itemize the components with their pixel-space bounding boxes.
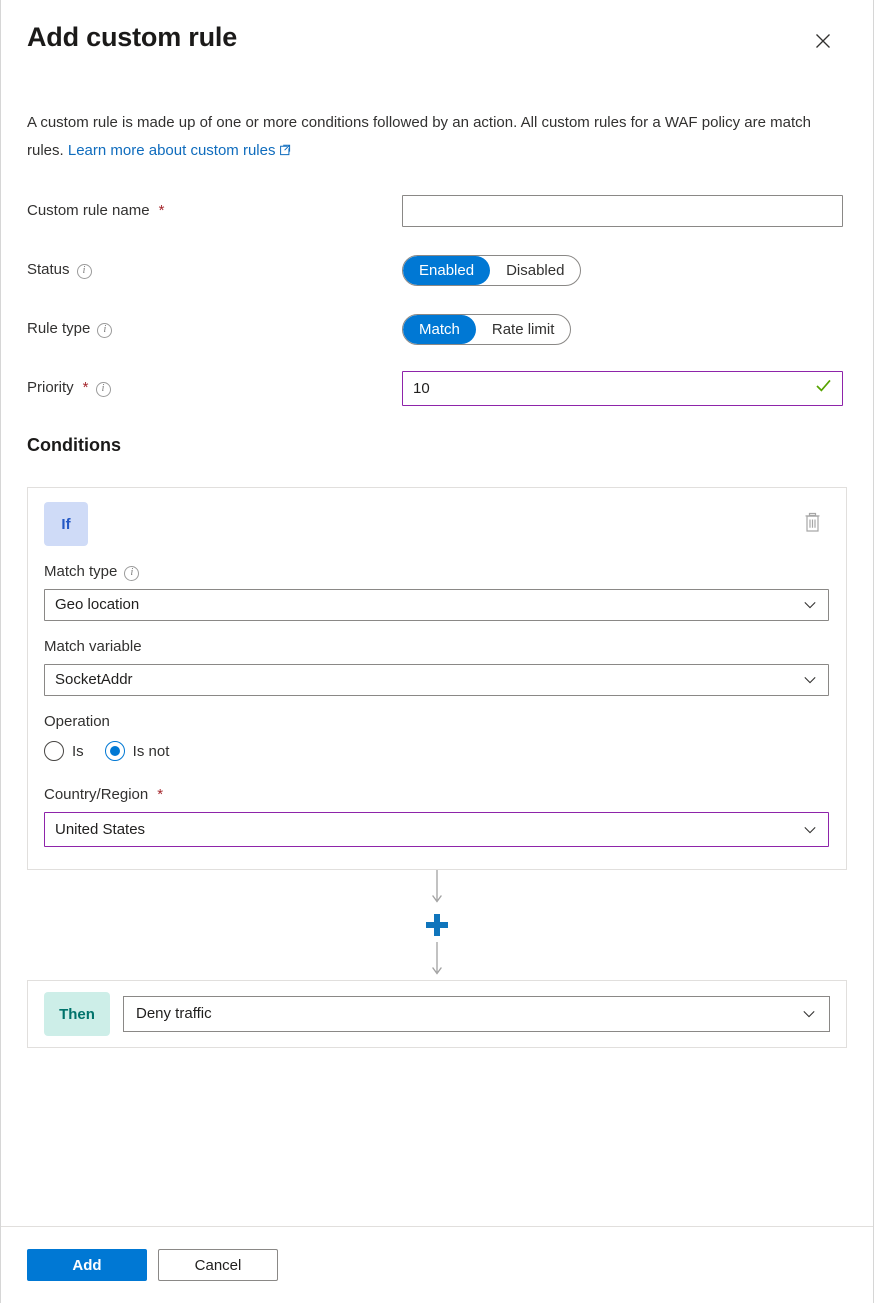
rule-form: Custom rule name * Status i Enabled Disa… <box>27 193 847 406</box>
plus-icon <box>424 912 450 938</box>
match-variable-label-text: Match variable <box>44 637 142 657</box>
operation-option-is-not[interactable]: Is not <box>105 741 170 761</box>
operation-option-is-label: Is <box>72 743 84 760</box>
match-type-block: Match type i Geo location <box>44 562 830 621</box>
match-variable-block: Match variable SocketAddr <box>44 637 830 696</box>
chevron-down-icon <box>801 1006 817 1022</box>
country-region-block: Country/Region * United States <box>44 785 830 847</box>
country-region-value: United States <box>55 820 802 840</box>
add-button[interactable]: Add <box>27 1249 147 1281</box>
match-type-select[interactable]: Geo location <box>44 589 829 621</box>
status-toggle: Enabled Disabled <box>402 255 581 286</box>
panel-footer: Add Cancel <box>1 1226 873 1303</box>
arrow-down-icon <box>431 870 443 908</box>
add-condition-button[interactable] <box>424 912 450 938</box>
priority-label: Priority * i <box>27 378 402 398</box>
match-type-info-icon[interactable]: i <box>124 566 139 581</box>
match-variable-select[interactable]: SocketAddr <box>44 664 829 696</box>
operation-label-text: Operation <box>44 712 110 732</box>
rule-type-info-icon[interactable]: i <box>97 323 112 338</box>
chevron-down-icon <box>802 822 818 838</box>
form-row-priority: Priority * i <box>27 370 847 406</box>
panel-header: Add custom rule <box>1 0 873 57</box>
status-field-wrap: Enabled Disabled <box>402 255 847 286</box>
page-title: Add custom rule <box>27 19 237 55</box>
radio-unselected-icon <box>44 741 64 761</box>
country-region-label: Country/Region * <box>44 785 830 805</box>
status-info-icon[interactable]: i <box>77 264 92 279</box>
rule-type-label-text: Rule type <box>27 319 90 339</box>
delete-condition-button[interactable] <box>799 508 826 537</box>
operation-block: Operation Is Is not <box>44 712 830 761</box>
external-link-icon <box>279 138 291 166</box>
country-region-required-marker: * <box>157 785 163 805</box>
arrow-down-icon <box>431 942 443 980</box>
rule-type-option-rate-limit[interactable]: Rate limit <box>476 315 571 344</box>
action-select[interactable]: Deny traffic <box>123 996 830 1032</box>
operation-label: Operation <box>44 712 830 732</box>
panel-body: A custom rule is made up of one or more … <box>1 57 873 1226</box>
status-label: Status i <box>27 260 402 280</box>
condition-card-header: If <box>44 502 830 546</box>
operation-radio-group: Is Is not <box>44 741 830 761</box>
learn-more-link[interactable]: Learn more about custom rules <box>68 142 292 159</box>
status-label-text: Status <box>27 260 70 280</box>
condition-card: If Match type i Geo location <box>27 487 847 870</box>
rule-type-label: Rule type i <box>27 319 402 339</box>
then-badge: Then <box>44 992 110 1036</box>
condition-connector <box>27 870 847 980</box>
trash-icon <box>803 512 822 533</box>
match-type-label: Match type i <box>44 562 830 582</box>
rule-name-required-marker: * <box>159 201 165 221</box>
add-custom-rule-panel: Add custom rule A custom rule is made up… <box>0 0 874 1303</box>
country-region-select[interactable]: United States <box>44 812 829 847</box>
priority-required-marker: * <box>83 378 89 398</box>
form-row-rule-type: Rule type i Match Rate limit <box>27 311 847 347</box>
match-type-value: Geo location <box>55 595 802 615</box>
rule-name-label: Custom rule name * <box>27 201 402 221</box>
rule-type-toggle: Match Rate limit <box>402 314 571 345</box>
rule-name-field-wrap <box>402 195 847 227</box>
chevron-down-icon <box>802 597 818 613</box>
priority-info-icon[interactable]: i <box>96 382 111 397</box>
chevron-down-icon <box>802 672 818 688</box>
priority-field-wrap <box>402 371 847 406</box>
if-badge: If <box>44 502 88 546</box>
priority-input-container <box>402 371 843 406</box>
rule-type-field-wrap: Match Rate limit <box>402 314 847 345</box>
close-icon <box>815 33 831 49</box>
radio-selected-icon <box>105 741 125 761</box>
close-button[interactable] <box>807 25 839 57</box>
operation-option-is-not-label: Is not <box>133 743 170 760</box>
action-card: Then Deny traffic <box>27 980 847 1048</box>
priority-label-text: Priority <box>27 378 74 398</box>
rule-name-input[interactable] <box>402 195 843 227</box>
match-variable-label: Match variable <box>44 637 830 657</box>
country-region-label-text: Country/Region <box>44 785 148 805</box>
rule-name-label-text: Custom rule name <box>27 201 150 221</box>
action-value: Deny traffic <box>136 1004 801 1024</box>
status-option-enabled[interactable]: Enabled <box>403 256 490 285</box>
valid-check-icon <box>815 377 832 399</box>
learn-more-label: Learn more about custom rules <box>68 142 276 159</box>
intro-text: A custom rule is made up of one or more … <box>27 109 847 166</box>
rule-type-option-match[interactable]: Match <box>403 315 476 344</box>
match-variable-value: SocketAddr <box>55 670 802 690</box>
form-row-rule-name: Custom rule name * <box>27 193 847 229</box>
match-type-label-text: Match type <box>44 562 117 582</box>
form-row-status: Status i Enabled Disabled <box>27 252 847 288</box>
cancel-button[interactable]: Cancel <box>158 1249 278 1281</box>
status-option-disabled[interactable]: Disabled <box>490 256 580 285</box>
priority-input[interactable] <box>413 380 809 397</box>
operation-option-is[interactable]: Is <box>44 741 84 761</box>
conditions-section-title: Conditions <box>27 435 847 456</box>
